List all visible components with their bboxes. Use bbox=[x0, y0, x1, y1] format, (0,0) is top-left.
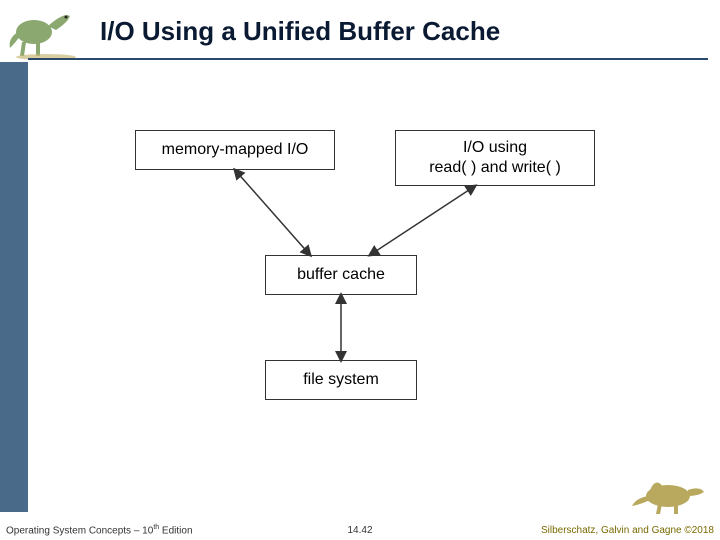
header-dinosaur-icon bbox=[6, 2, 86, 60]
slide-title: I/O Using a Unified Buffer Cache bbox=[100, 16, 500, 47]
node-label: file system bbox=[303, 370, 379, 390]
node-label: I/O using read( ) and write( ) bbox=[429, 138, 561, 178]
title-underline bbox=[28, 58, 708, 60]
node-file-system: file system bbox=[265, 360, 417, 400]
footer-copyright: Silberschatz, Galvin and Gagne ©2018 bbox=[541, 525, 714, 536]
node-label: buffer cache bbox=[297, 265, 385, 285]
node-memory-mapped-io: memory-mapped I/O bbox=[135, 130, 335, 170]
footer-left: Operating System Concepts – 10th Edition bbox=[6, 524, 193, 536]
footer-book-title-suffix: Edition bbox=[159, 525, 192, 536]
node-io-read-write: I/O using read( ) and write( ) bbox=[395, 130, 595, 186]
footer-book-title-prefix: Operating System Concepts – 10 bbox=[6, 525, 153, 536]
slide-footer: Operating System Concepts – 10th Edition… bbox=[0, 516, 720, 540]
slide-sidebar bbox=[0, 62, 28, 512]
unified-buffer-cache-diagram: memory-mapped I/O I/O using read( ) and … bbox=[135, 130, 605, 430]
node-buffer-cache: buffer cache bbox=[265, 255, 417, 295]
footer-dinosaur-icon bbox=[630, 466, 710, 516]
node-label: memory-mapped I/O bbox=[162, 140, 309, 160]
footer-page-number: 14.42 bbox=[347, 525, 372, 536]
